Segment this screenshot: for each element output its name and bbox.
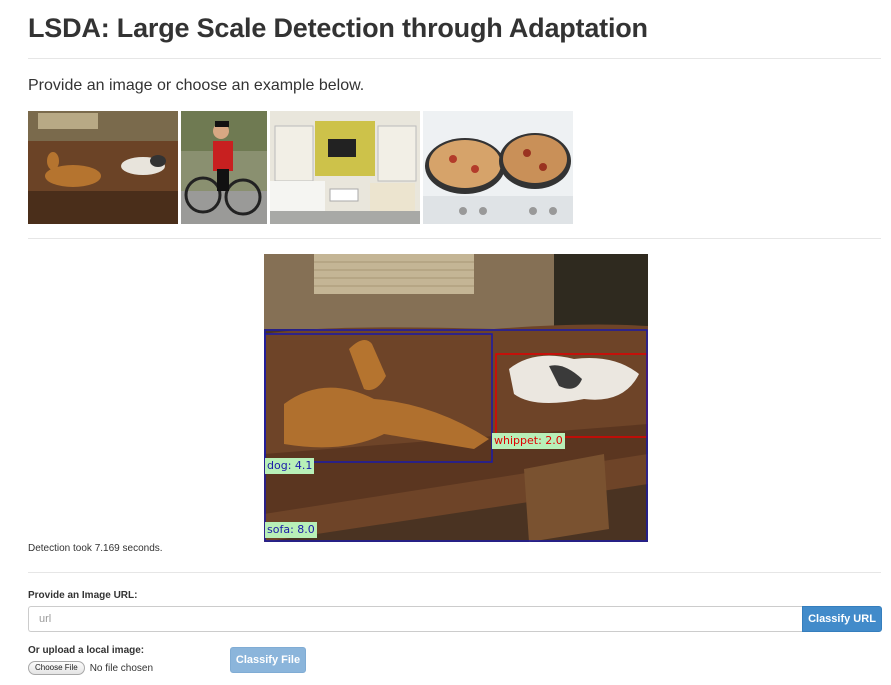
page-title: LSDA: Large Scale Detection through Adap… [28, 13, 648, 43]
divider [28, 238, 881, 239]
divider [28, 58, 881, 59]
example-image-pizzas-on-stove[interactable] [423, 111, 573, 224]
classify-url-button[interactable]: Classify URL [802, 606, 882, 632]
detection-label-whippet: whippet: 2.0 [492, 433, 565, 449]
detection-label-dog: dog: 4.1 [265, 458, 315, 474]
example-image-cyclist[interactable] [181, 111, 267, 224]
choose-file-button[interactable]: Choose File [28, 661, 85, 675]
divider [28, 572, 881, 573]
url-label: Provide an Image URL: [28, 590, 138, 601]
detection-timing: Detection took 7.169 seconds. [28, 543, 163, 554]
url-input[interactable] [28, 606, 802, 632]
example-image-living-room[interactable] [270, 111, 420, 224]
file-status: No file chosen [89, 662, 154, 674]
classify-file-button[interactable]: Classify File [230, 647, 306, 673]
intro-text: Provide an image or choose an example be… [28, 77, 365, 94]
detection-label-sofa: sofa: 8.0 [265, 522, 317, 538]
file-input[interactable]: Choose File No file chosen [28, 661, 153, 675]
upload-label: Or upload a local image: [28, 645, 145, 656]
detection-result-image: dog: 4.1 whippet: 2.0 sofa: 8.0 [264, 254, 648, 542]
example-image-dogs-on-sofa[interactable] [28, 111, 178, 224]
